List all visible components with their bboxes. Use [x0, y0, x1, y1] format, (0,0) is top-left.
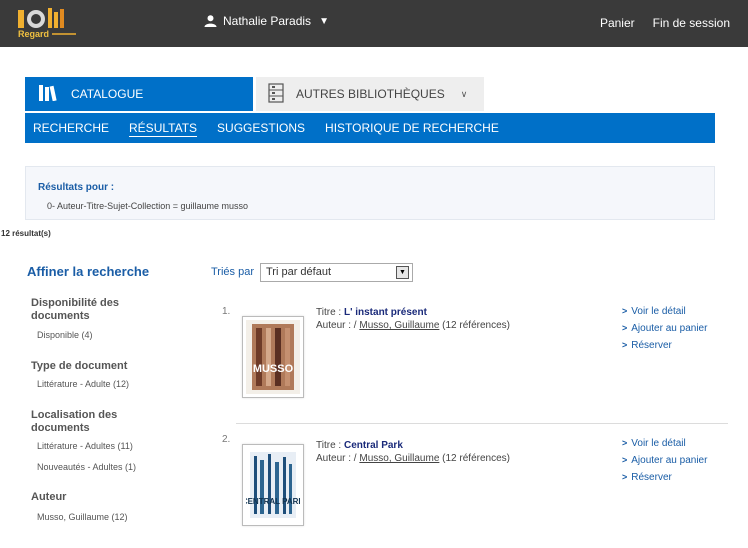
facet-item-litterature-adulte[interactable]: Littérature - Adulte (12): [37, 379, 129, 389]
record-actions: > Voir le détail > Ajouter au panier > Rése…: [622, 303, 707, 354]
user-menu[interactable]: Nathalie Paradis ▼: [204, 14, 329, 28]
logo-text: Regard: [18, 29, 50, 39]
sort-label: Triés par: [211, 266, 254, 278]
subnav-suggestions[interactable]: SUGGESTIONS: [217, 121, 305, 135]
record-author-label: Auteur : /: [316, 320, 360, 331]
dropdown-arrow-icon: ▼: [396, 266, 409, 279]
result-count: 12 résultat(s): [1, 229, 51, 238]
tab-autres-bibliotheques[interactable]: AUTRES BIBLIOTHÈQUES ∨: [256, 77, 484, 111]
record-title-link[interactable]: Central Park: [344, 440, 403, 451]
facet-heading-auteur: Auteur: [31, 491, 67, 503]
reserver-link[interactable]: > Réserver: [622, 337, 707, 354]
book-cover[interactable]: MUSSO: [242, 316, 304, 398]
ajouter-panier-link[interactable]: > Ajouter au panier: [622, 452, 707, 469]
panier-link[interactable]: Panier: [600, 16, 635, 30]
tab-autres-label: AUTRES BIBLIOTHÈQUES: [296, 87, 445, 101]
facet-item-nouveautes-adultes[interactable]: Nouveautés - Adultes (1): [37, 462, 136, 472]
record-author-refs: (12 références): [439, 453, 510, 464]
facet-item-disponible[interactable]: Disponible (4): [37, 330, 93, 340]
results-for-box: Résultats pour : 0- Auteur-Titre-Sujet-C…: [25, 166, 715, 220]
voir-detail-label: Voir le détail: [631, 438, 686, 449]
record-author-link[interactable]: Musso, Guillaume: [359, 320, 439, 331]
record-title-link[interactable]: L' instant présent: [344, 307, 427, 318]
results-for-query: 0- Auteur-Titre-Sujet-Collection = guill…: [47, 201, 249, 211]
chevron-right-icon: >: [622, 340, 628, 350]
user-name: Nathalie Paradis: [223, 14, 312, 28]
cover-title-text: MUSSO: [253, 363, 294, 375]
cabinet-icon: [268, 82, 284, 106]
record-title: Titre : Central Park: [316, 440, 403, 451]
subnav-historique[interactable]: HISTORIQUE DE RECHERCHE: [325, 121, 499, 135]
tab-catalogue-label: CATALOGUE: [71, 87, 144, 101]
record-title-label: Titre :: [316, 307, 344, 318]
voir-detail-label: Voir le détail: [631, 306, 686, 317]
record-author-refs: (12 références): [439, 320, 510, 331]
record-title-label: Titre :: [316, 440, 344, 451]
books-icon: [39, 84, 59, 104]
record-title: Titre : L' instant présent: [316, 307, 427, 318]
reserver-label: Réserver: [631, 340, 672, 351]
subnav-recherche[interactable]: RECHERCHE: [33, 121, 109, 135]
record-author-link[interactable]: Musso, Guillaume: [359, 453, 439, 464]
chevron-down-icon: ∨: [460, 88, 468, 99]
voir-detail-link[interactable]: > Voir le détail: [622, 303, 707, 320]
logout-link[interactable]: Fin de session: [653, 16, 730, 30]
record-number: 2.: [222, 434, 231, 445]
chevron-right-icon: >: [622, 455, 628, 465]
top-bar: Regard Nathalie Paradis ▼ Panier Fin de …: [0, 0, 748, 47]
divider: [236, 423, 728, 424]
user-icon: [204, 15, 217, 27]
sub-navigation: RECHERCHE RÉSULTATS SUGGESTIONS HISTORIQ…: [25, 113, 715, 143]
cover-title-text: CENTRAL PARK: [246, 497, 300, 506]
record-author: Auteur : / Musso, Guillaume (12 référenc…: [316, 320, 510, 331]
book-cover-image: CENTRAL PARK: [246, 448, 300, 522]
results-for-title: Résultats pour :: [38, 182, 115, 193]
book-cover-image: MUSSO: [246, 320, 300, 394]
facet-heading-type: Type de document: [31, 360, 128, 372]
record-number: 1.: [222, 306, 231, 317]
record-author: Auteur : / Musso, Guillaume (12 référenc…: [316, 453, 510, 464]
reserver-label: Réserver: [631, 472, 672, 483]
logo[interactable]: Regard: [16, 6, 78, 42]
ajouter-panier-label: Ajouter au panier: [631, 323, 708, 334]
voir-detail-link[interactable]: > Voir le détail: [622, 435, 707, 452]
record-actions: > Voir le détail > Ajouter au panier > Rése…: [622, 435, 707, 486]
facets-title: Affiner la recherche: [27, 264, 150, 279]
facet-item-musso[interactable]: Musso, Guillaume (12): [37, 512, 128, 522]
book-cover[interactable]: CENTRAL PARK: [242, 444, 304, 526]
caret-down-icon: ▼: [319, 15, 329, 27]
ajouter-panier-label: Ajouter au panier: [631, 455, 708, 466]
chevron-right-icon: >: [622, 472, 628, 482]
sort-select[interactable]: Tri par défaut ▼: [260, 263, 413, 282]
facet-item-litterature-adultes[interactable]: Littérature - Adultes (11): [37, 441, 133, 451]
tab-catalogue[interactable]: CATALOGUE: [25, 77, 253, 111]
chevron-right-icon: >: [622, 438, 628, 448]
reserver-link[interactable]: > Réserver: [622, 469, 707, 486]
facet-heading-disponibilite: Disponibilité des documents: [31, 297, 120, 322]
facet-heading-localisation: Localisation des documents: [31, 409, 118, 434]
chevron-right-icon: >: [622, 323, 628, 333]
ajouter-panier-link[interactable]: > Ajouter au panier: [622, 320, 707, 337]
subnav-resultats[interactable]: RÉSULTATS: [129, 121, 197, 135]
chevron-right-icon: >: [622, 306, 628, 316]
sort-selected-value: Tri par défaut: [266, 266, 332, 278]
record-author-label: Auteur : /: [316, 453, 360, 464]
